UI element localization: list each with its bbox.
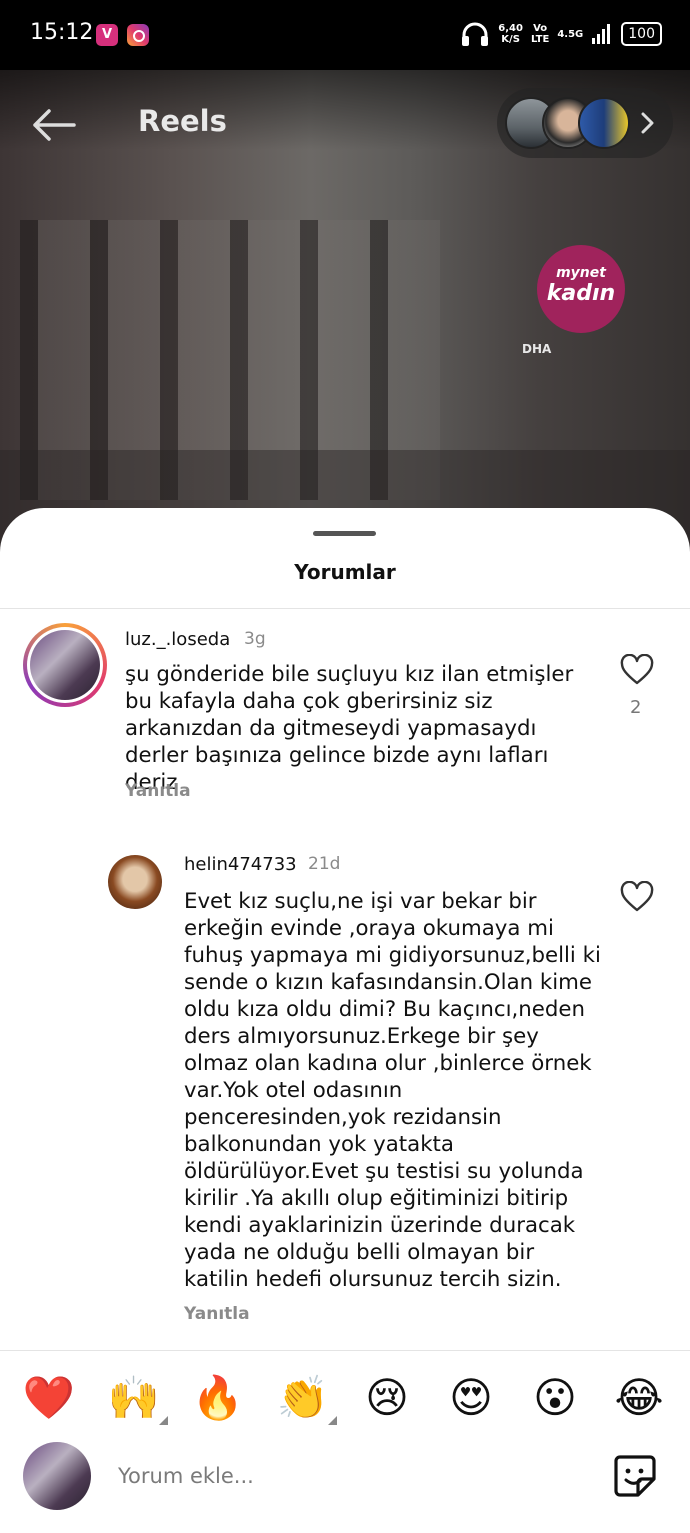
- header-divider: [0, 608, 690, 609]
- skin-tone-indicator: [328, 1416, 337, 1425]
- notification-app-icon: V: [96, 24, 118, 46]
- comment-avatar[interactable]: [108, 855, 162, 909]
- signal-icon: [592, 24, 611, 44]
- comment-age: 21d: [308, 854, 341, 874]
- sheet-drag-handle[interactable]: [313, 531, 376, 536]
- net-speed: 6,40 K/S: [498, 23, 523, 45]
- like-heart-icon[interactable]: [620, 654, 654, 686]
- suggestion-avatar-3[interactable]: [578, 97, 630, 149]
- network-type: 4.5G: [557, 28, 584, 40]
- comment-age: 3g: [244, 629, 266, 649]
- comments-sheet: Yorumlar luz._.loseda 3g şu gönderide bi…: [0, 508, 690, 1533]
- volte-indicator: Vo LTE: [530, 23, 550, 45]
- emoji-quick-bar: ❤️ 🙌 🔥 👏 😢 😍 😮 😂: [0, 1370, 690, 1430]
- status-bar: 15:12 V 6,40 K/S Vo LTE 4.5G 100: [0, 0, 690, 70]
- comment-text: şu gönderide bile suçluyu kız ilan etmiş…: [125, 662, 574, 795]
- watermark-logo: mynet kadın: [537, 245, 625, 333]
- comment-username[interactable]: luz._.loseda: [125, 629, 230, 650]
- back-arrow-icon[interactable]: [30, 102, 76, 148]
- headphones-icon: [462, 22, 489, 46]
- skin-tone-indicator: [159, 1416, 168, 1425]
- battery-indicator: 100: [621, 22, 662, 46]
- like-count: 2: [630, 697, 642, 718]
- sticker-icon[interactable]: [612, 1453, 658, 1499]
- emoji-fire-button[interactable]: 🔥: [188, 1370, 248, 1426]
- emoji-heart-button[interactable]: ❤️: [19, 1370, 79, 1426]
- comment-username[interactable]: helin474733: [184, 854, 297, 875]
- chevron-right-icon[interactable]: [636, 108, 660, 138]
- emoji-raised-hands-button[interactable]: 🙌: [104, 1370, 164, 1426]
- page-title: Reels: [138, 104, 227, 138]
- emoji-clap-button[interactable]: 👏: [273, 1370, 333, 1426]
- sheet-title: Yorumlar: [294, 560, 396, 584]
- like-heart-icon[interactable]: [620, 881, 654, 913]
- reply-button[interactable]: Yanıtla: [125, 781, 191, 801]
- current-user-avatar: [23, 1442, 91, 1510]
- status-time: 15:12: [30, 20, 94, 45]
- emoji-laughing-button[interactable]: 😂: [609, 1370, 669, 1426]
- status-indicators: 6,40 K/S Vo LTE 4.5G 100: [460, 18, 662, 50]
- comment-text: Evet kız suçlu,ne işi var bekar bir erke…: [184, 889, 601, 1292]
- emoji-heart-eyes-button[interactable]: 😍: [441, 1370, 501, 1426]
- emoji-surprised-button[interactable]: 😮: [525, 1370, 585, 1426]
- composer-divider: [0, 1350, 690, 1351]
- emoji-crying-button[interactable]: 😢: [357, 1370, 417, 1426]
- comment-avatar[interactable]: [23, 623, 107, 707]
- source-watermark: DHA: [522, 342, 552, 356]
- instagram-notification-icon: [127, 24, 149, 46]
- reply-button[interactable]: Yanıtla: [184, 1304, 250, 1324]
- comment-input[interactable]: [118, 1458, 578, 1494]
